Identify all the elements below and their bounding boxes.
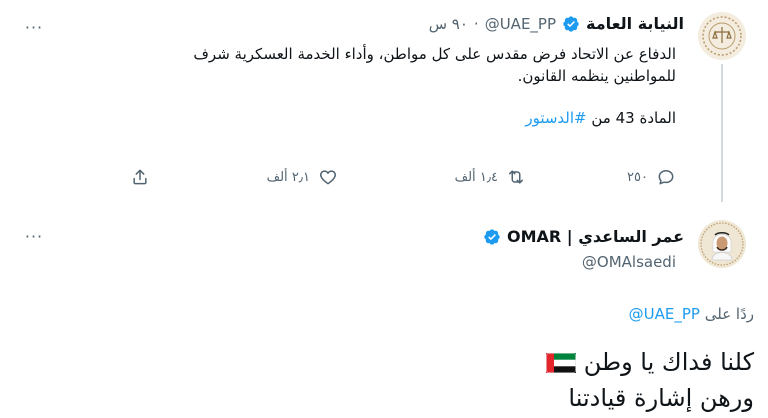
tweet-text-line2: ورهن إشارة قيادتنا [568, 384, 754, 412]
tweet-text: الدفاع عن الاتحاد فرض مقدس على كل مواطن،… [56, 43, 676, 129]
reply-button[interactable]: ٢٥٠ [627, 167, 676, 187]
verified-badge-icon [563, 15, 579, 32]
tweet-main[interactable]: عمر الساعدي | OMAR @OMAlsaedi ··· ردًا ع… [0, 205, 768, 418]
like-count: ٢٫١ ألف [266, 169, 310, 185]
tweet1-header: النيابة العامة @UAE_PP · ٩٠ س [429, 14, 684, 33]
share-button[interactable] [130, 167, 150, 187]
more-options-button[interactable]: ··· [20, 227, 48, 247]
user-portrait-icon [698, 220, 746, 268]
timestamp[interactable]: ٩٠ س [429, 15, 468, 33]
more-options-button[interactable]: ··· [20, 18, 48, 38]
tweet-text-line: للمواطنين ينظمه القانون. [517, 67, 676, 85]
retweet-icon [509, 170, 523, 184]
tweet2-header: عمر الساعدي | OMAR [483, 227, 684, 246]
like-button[interactable]: ٢٫١ ألف [267, 167, 338, 187]
retweet-button[interactable]: ١٫٤ ألف [455, 167, 526, 187]
tweet-parent[interactable]: النيابة العامة @UAE_PP · ٩٠ س ··· الدفاع… [0, 0, 768, 205]
replying-to: ردًا على @UAE_PP [629, 305, 754, 323]
uae-flag-icon [546, 353, 577, 373]
tweet-text-prefix: المادة 43 من [586, 109, 676, 127]
avatar-uae-pp[interactable] [698, 12, 746, 60]
public-prosecution-emblem-icon [698, 12, 746, 60]
handle[interactable]: @UAE_PP [485, 15, 556, 33]
reply-count: ٢٥٠ [627, 169, 648, 185]
verified-badge-icon [484, 228, 500, 245]
display-name[interactable]: النيابة العامة [586, 14, 684, 33]
tweet-text: كلنا فداك يا وطن [583, 348, 754, 376]
display-name[interactable]: عمر الساعدي | OMAR [507, 227, 684, 246]
tweet-text-line: المادة 43 من #الدستور [56, 107, 676, 129]
heart-icon [320, 170, 336, 185]
hashtag-link[interactable]: #الدستور [525, 109, 586, 127]
retweet-count: ١٫٤ ألف [454, 169, 498, 185]
tweet-text-line: الدفاع عن الاتحاد فرض مقدس على كل مواطن،… [193, 45, 676, 63]
separator-dot: · [473, 14, 479, 33]
reply-icon [658, 170, 674, 185]
reply-prefix: ردًا على [699, 305, 754, 323]
thread-line [721, 64, 723, 202]
avatar-omalsaedi[interactable] [698, 220, 746, 268]
reply-mention-link[interactable]: @UAE_PP [629, 305, 700, 323]
share-icon [133, 169, 147, 185]
tweet-text-line1: كلنا فداك يا وطن [538, 345, 754, 379]
handle[interactable]: @OMAlsaedi [582, 253, 676, 271]
